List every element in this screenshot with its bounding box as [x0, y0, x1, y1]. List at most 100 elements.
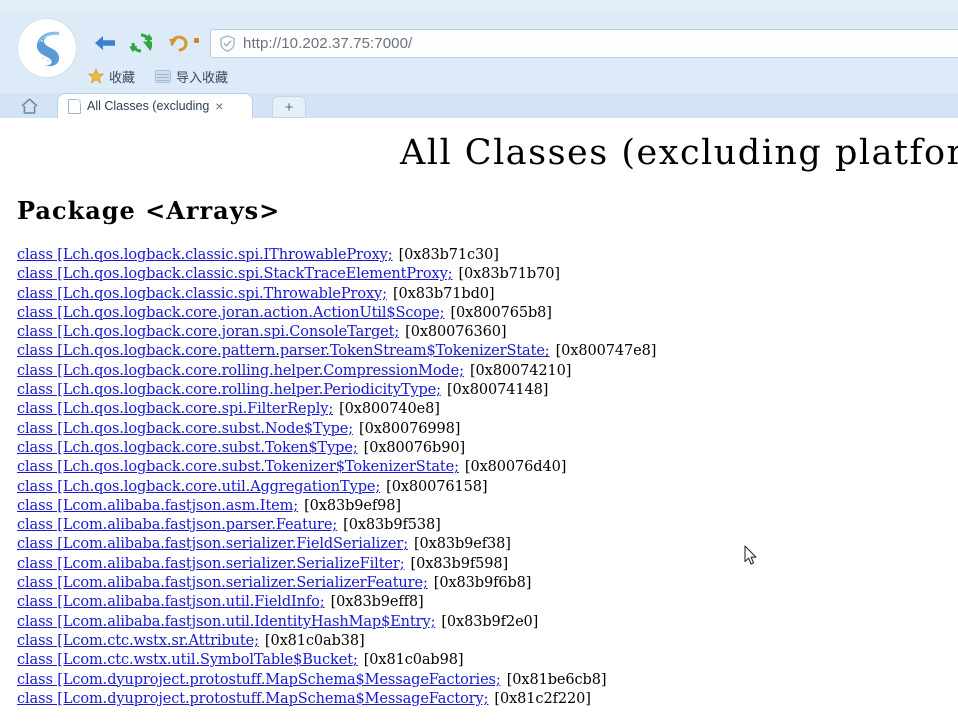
browser-chrome: http://10.202.37.75:7000/ 收藏 导入收藏 All Cl…: [0, 0, 958, 118]
class-link[interactable]: class [Lcom.alibaba.fastjson.parser.Feat…: [17, 517, 337, 533]
class-link[interactable]: class [Lcom.dyuproject.protostuff.MapSch…: [17, 691, 489, 707]
class-row: class [Lcom.alibaba.fastjson.asm.Item; [0…: [17, 497, 957, 516]
class-link[interactable]: class [Lch.qos.logback.core.subst.Node$T…: [17, 421, 353, 437]
address-bar[interactable]: http://10.202.37.75:7000/: [210, 29, 958, 58]
star-icon: [87, 68, 105, 84]
class-address: [0x83b9f2e0]: [441, 613, 539, 630]
class-address: [0x800747e8]: [555, 343, 657, 360]
class-row: class [Lcom.ctc.wstx.util.SymbolTable$Bu…: [17, 651, 957, 670]
class-link[interactable]: class [Lcom.alibaba.fastjson.asm.Item;: [17, 498, 298, 514]
class-address: [0x81c0ab38]: [264, 632, 365, 649]
class-address: [0x800765b8]: [450, 304, 552, 321]
class-row: class [Lch.qos.logback.classic.spi.Stack…: [17, 265, 957, 284]
home-icon[interactable]: [18, 95, 40, 117]
class-row: class [Lcom.alibaba.fastjson.serializer.…: [17, 574, 957, 593]
class-row: class [Lcom.ctc.wstx.sr.Attribute; [0x81c…: [17, 632, 957, 651]
class-row: class [Lcom.alibaba.fastjson.serializer.…: [17, 555, 957, 574]
bookmark-import[interactable]: 导入收藏: [155, 67, 228, 86]
class-row: class [Lch.qos.logback.core.subst.Token$…: [17, 439, 957, 458]
class-address: [0x83b71b70]: [458, 266, 560, 283]
class-address: [0x80076d40]: [464, 459, 567, 476]
class-row: class [Lch.qos.logback.core.subst.Node$T…: [17, 420, 957, 439]
class-link[interactable]: class [Lch.qos.logback.core.pattern.pars…: [17, 343, 550, 359]
class-row: class [Lcom.dyuproject.protostuff.MapSch…: [17, 690, 957, 709]
tab-title: All Classes (excluding: [87, 99, 210, 113]
class-address: [0x800740e8]: [339, 401, 440, 418]
title-bar: [0, 0, 958, 11]
class-link[interactable]: class [Lch.qos.logback.core.subst.Tokeni…: [17, 459, 459, 475]
class-link[interactable]: class [Lch.qos.logback.core.joran.spi.Co…: [17, 324, 399, 340]
class-address: [0x83b9ef38]: [413, 536, 511, 553]
class-link[interactable]: class [Lch.qos.logback.core.util.Aggrega…: [17, 479, 380, 495]
class-row: class [Lch.qos.logback.classic.spi.Throw…: [17, 285, 957, 304]
class-link[interactable]: class [Lch.qos.logback.core.joran.action…: [17, 305, 445, 321]
bookmark-label: 收藏: [109, 69, 136, 85]
class-link[interactable]: class [Lch.qos.logback.core.spi.FilterRe…: [17, 401, 333, 417]
class-link[interactable]: class [Lcom.ctc.wstx.util.SymbolTable$Bu…: [17, 652, 358, 668]
chevron-down-icon[interactable]: [194, 38, 201, 45]
class-link[interactable]: class [Lcom.ctc.wstx.sr.Attribute;: [17, 633, 259, 649]
class-link[interactable]: class [Lcom.alibaba.fastjson.util.Identi…: [17, 614, 435, 630]
class-row: class [Lcom.dyuproject.protostuff.MapSch…: [17, 671, 957, 690]
package-heading: Package <Arrays>: [17, 196, 281, 225]
class-address: [0x80074148]: [446, 382, 549, 399]
class-row: class [Lcom.alibaba.fastjson.serializer.…: [17, 535, 957, 554]
class-link[interactable]: class [Lcom.alibaba.fastjson.serializer.…: [17, 575, 428, 591]
class-address: [0x81be6cb8]: [506, 671, 607, 688]
shield-check-icon: [219, 35, 236, 52]
url-text: http://10.202.37.75:7000/: [243, 35, 413, 52]
back-button[interactable]: [90, 28, 120, 58]
class-row: class [Lch.qos.logback.core.util.Aggrega…: [17, 478, 957, 497]
class-address: [0x83b9ef98]: [304, 497, 401, 514]
class-address: [0x80076360]: [405, 324, 507, 341]
class-row: class [Lcom.alibaba.fastjson.util.FieldI…: [17, 593, 957, 612]
class-address: [0x83b9f598]: [410, 555, 509, 572]
page-viewport: All Classes (excluding platfor Package <…: [0, 118, 958, 728]
bookmarks-bar: 收藏 导入收藏: [87, 64, 228, 88]
reload-button[interactable]: [126, 28, 156, 58]
class-row: class [Lcom.alibaba.fastjson.parser.Feat…: [17, 516, 957, 535]
page-title: All Classes (excluding platfor: [400, 133, 958, 173]
tab-all-classes[interactable]: All Classes (excluding ×: [57, 93, 253, 118]
class-link[interactable]: class [Lch.qos.logback.classic.spi.IThro…: [17, 247, 393, 263]
folder-icon: [155, 69, 172, 83]
new-tab-button[interactable]: +: [272, 96, 306, 118]
close-icon[interactable]: ×: [215, 99, 223, 113]
browser-window: http://10.202.37.75:7000/ 收藏 导入收藏 All Cl…: [0, 0, 958, 728]
class-row: class [Lcom.alibaba.fastjson.util.Identi…: [17, 613, 957, 632]
class-address: [0x83b71c30]: [398, 247, 499, 263]
class-link[interactable]: class [Lch.qos.logback.classic.spi.Throw…: [17, 286, 387, 302]
class-link[interactable]: class [Lcom.alibaba.fastjson.serializer.…: [17, 556, 405, 572]
class-link[interactable]: class [Lch.qos.logback.core.subst.Token$…: [17, 440, 358, 456]
class-address: [0x81c0ab98]: [363, 652, 464, 669]
class-link[interactable]: class [Lch.qos.logback.core.rolling.help…: [17, 363, 464, 379]
bookmark-favorites[interactable]: 收藏: [87, 67, 136, 86]
class-row: class [Lch.qos.logback.core.rolling.help…: [17, 381, 957, 400]
bookmark-label: 导入收藏: [176, 69, 229, 85]
class-link[interactable]: class [Lch.qos.logback.classic.spi.Stack…: [17, 266, 453, 282]
class-address: [0x80074210]: [469, 362, 572, 379]
class-address: [0x83b71bd0]: [392, 285, 495, 302]
history-back-icon[interactable]: [163, 28, 193, 58]
page-icon: [68, 98, 81, 114]
class-link[interactable]: class [Lcom.alibaba.fastjson.util.FieldI…: [17, 594, 325, 610]
class-link[interactable]: class [Lcom.alibaba.fastjson.serializer.…: [17, 536, 408, 552]
tab-strip: All Classes (excluding × +: [0, 93, 958, 118]
class-row: class [Lch.qos.logback.core.pattern.pars…: [17, 342, 957, 361]
class-row: class [Lch.qos.logback.core.subst.Tokeni…: [17, 458, 957, 477]
class-address: [0x80076b90]: [363, 439, 466, 456]
class-address: [0x80076158]: [386, 478, 488, 495]
class-row: class [Lch.qos.logback.core.rolling.help…: [17, 362, 957, 381]
class-address: [0x80076998]: [359, 420, 461, 437]
sogou-browser-logo: [17, 18, 77, 78]
class-address: [0x83b9f6b8]: [433, 575, 532, 592]
class-row: class [Lch.qos.logback.core.joran.action…: [17, 304, 957, 323]
class-list: class [Lch.qos.logback.classic.spi.IThro…: [17, 246, 957, 709]
class-row: class [Lch.qos.logback.core.spi.FilterRe…: [17, 400, 957, 419]
class-row: class [Lch.qos.logback.core.joran.spi.Co…: [17, 323, 957, 342]
class-row: class [Lch.qos.logback.classic.spi.IThro…: [17, 246, 957, 265]
class-link[interactable]: class [Lch.qos.logback.core.rolling.help…: [17, 382, 441, 398]
class-address: [0x81c2f220]: [494, 690, 591, 707]
class-address: [0x83b9eff8]: [330, 594, 424, 611]
class-link[interactable]: class [Lcom.dyuproject.protostuff.MapSch…: [17, 672, 501, 688]
